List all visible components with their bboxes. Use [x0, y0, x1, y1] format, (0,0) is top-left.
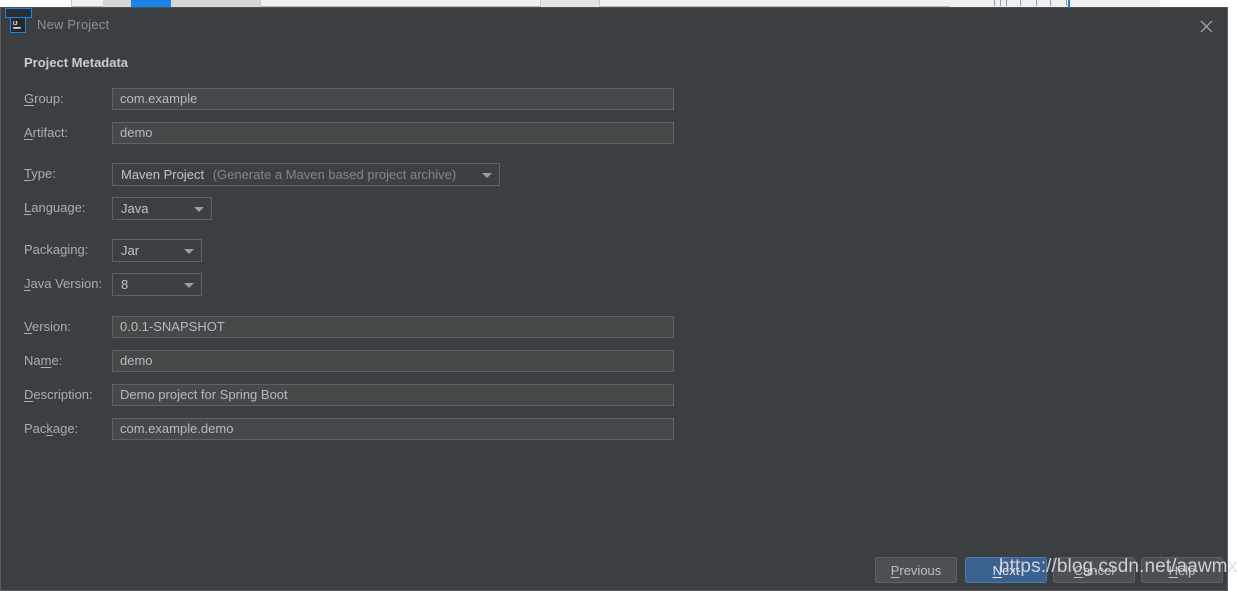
version-input[interactable]: 0.0.1-SNAPSHOT [112, 316, 674, 338]
form-row-java-version: Java Version: 8 [24, 273, 424, 296]
label-version: Version: [24, 319, 71, 334]
new-project-dialog: IJ New Project Project Metadata Group: c… [0, 7, 1228, 591]
label-name: Name: [24, 353, 63, 368]
java-version-value: 8 [121, 277, 129, 292]
svg-text:IJ: IJ [13, 21, 18, 27]
background-tab-active [131, 0, 171, 7]
background-tab [171, 0, 261, 7]
background-panel [1160, 0, 1237, 7]
type-combobox[interactable]: Maven Project (Generate a Maven based pr… [112, 163, 500, 186]
chevron-down-icon [482, 172, 492, 178]
close-icon[interactable] [1195, 15, 1217, 37]
help-button[interactable]: Help [1141, 557, 1223, 583]
background-browser-chrome [0, 0, 1237, 7]
language-value: Java [121, 201, 149, 216]
background-tab [0, 0, 72, 7]
form-row-name: Name: demo [24, 350, 684, 372]
label-description: Description: [24, 387, 93, 402]
cancel-button[interactable]: Cancel [1053, 557, 1135, 583]
packaging-value: Jar [121, 243, 140, 258]
intellij-idea-icon: IJ [10, 17, 26, 33]
form-row-package: Package: com.example.demo [24, 418, 684, 440]
chevron-down-icon [184, 282, 194, 288]
background-accent [1068, 0, 1070, 7]
label-java-version: Java Version: [24, 276, 103, 291]
form-row-group: Group: com.example [24, 88, 684, 110]
type-hint: (Generate a Maven based project archive) [212, 167, 457, 182]
next-button[interactable]: Next [965, 557, 1047, 583]
java-version-combobox[interactable]: 8 [112, 273, 202, 296]
chevron-down-icon [184, 248, 194, 254]
package-input[interactable]: com.example.demo [112, 418, 674, 440]
form-row-artifact: Artifact: demo [24, 122, 684, 144]
background-tab [103, 0, 131, 7]
form-row-type: Type: Maven Project (Generate a Maven ba… [24, 163, 684, 186]
language-combobox[interactable]: Java [112, 197, 212, 220]
page-title: Project Metadata [24, 55, 129, 70]
chevron-down-icon [194, 206, 204, 212]
dialog-titlebar: IJ New Project [1, 8, 1227, 42]
background-window-chip [5, 8, 32, 18]
artifact-input[interactable]: demo [112, 122, 674, 144]
label-group: Group: [24, 91, 64, 106]
form-row-description: Description: Demo project for Spring Boo… [24, 384, 684, 406]
group-input[interactable]: com.example [112, 88, 674, 110]
name-input[interactable]: demo [112, 350, 674, 372]
form-row-packaging: Packaging: Jar [24, 239, 424, 262]
previous-button[interactable]: Previous [875, 557, 957, 583]
label-artifact: Artifact: [24, 125, 69, 140]
label-language: Language: [24, 200, 86, 215]
background-tab [540, 0, 600, 7]
label-packaging: Packaging: [24, 242, 89, 257]
packaging-combobox[interactable]: Jar [112, 239, 202, 262]
type-value: Maven Project [121, 167, 205, 182]
dialog-title: New Project [37, 17, 110, 32]
label-package: Package: [24, 421, 79, 436]
label-type: Type: [24, 166, 56, 181]
form-row-language: Language: Java [24, 197, 424, 220]
form-row-version: Version: 0.0.1-SNAPSHOT [24, 316, 684, 338]
description-input[interactable]: Demo project for Spring Boot [112, 384, 674, 406]
